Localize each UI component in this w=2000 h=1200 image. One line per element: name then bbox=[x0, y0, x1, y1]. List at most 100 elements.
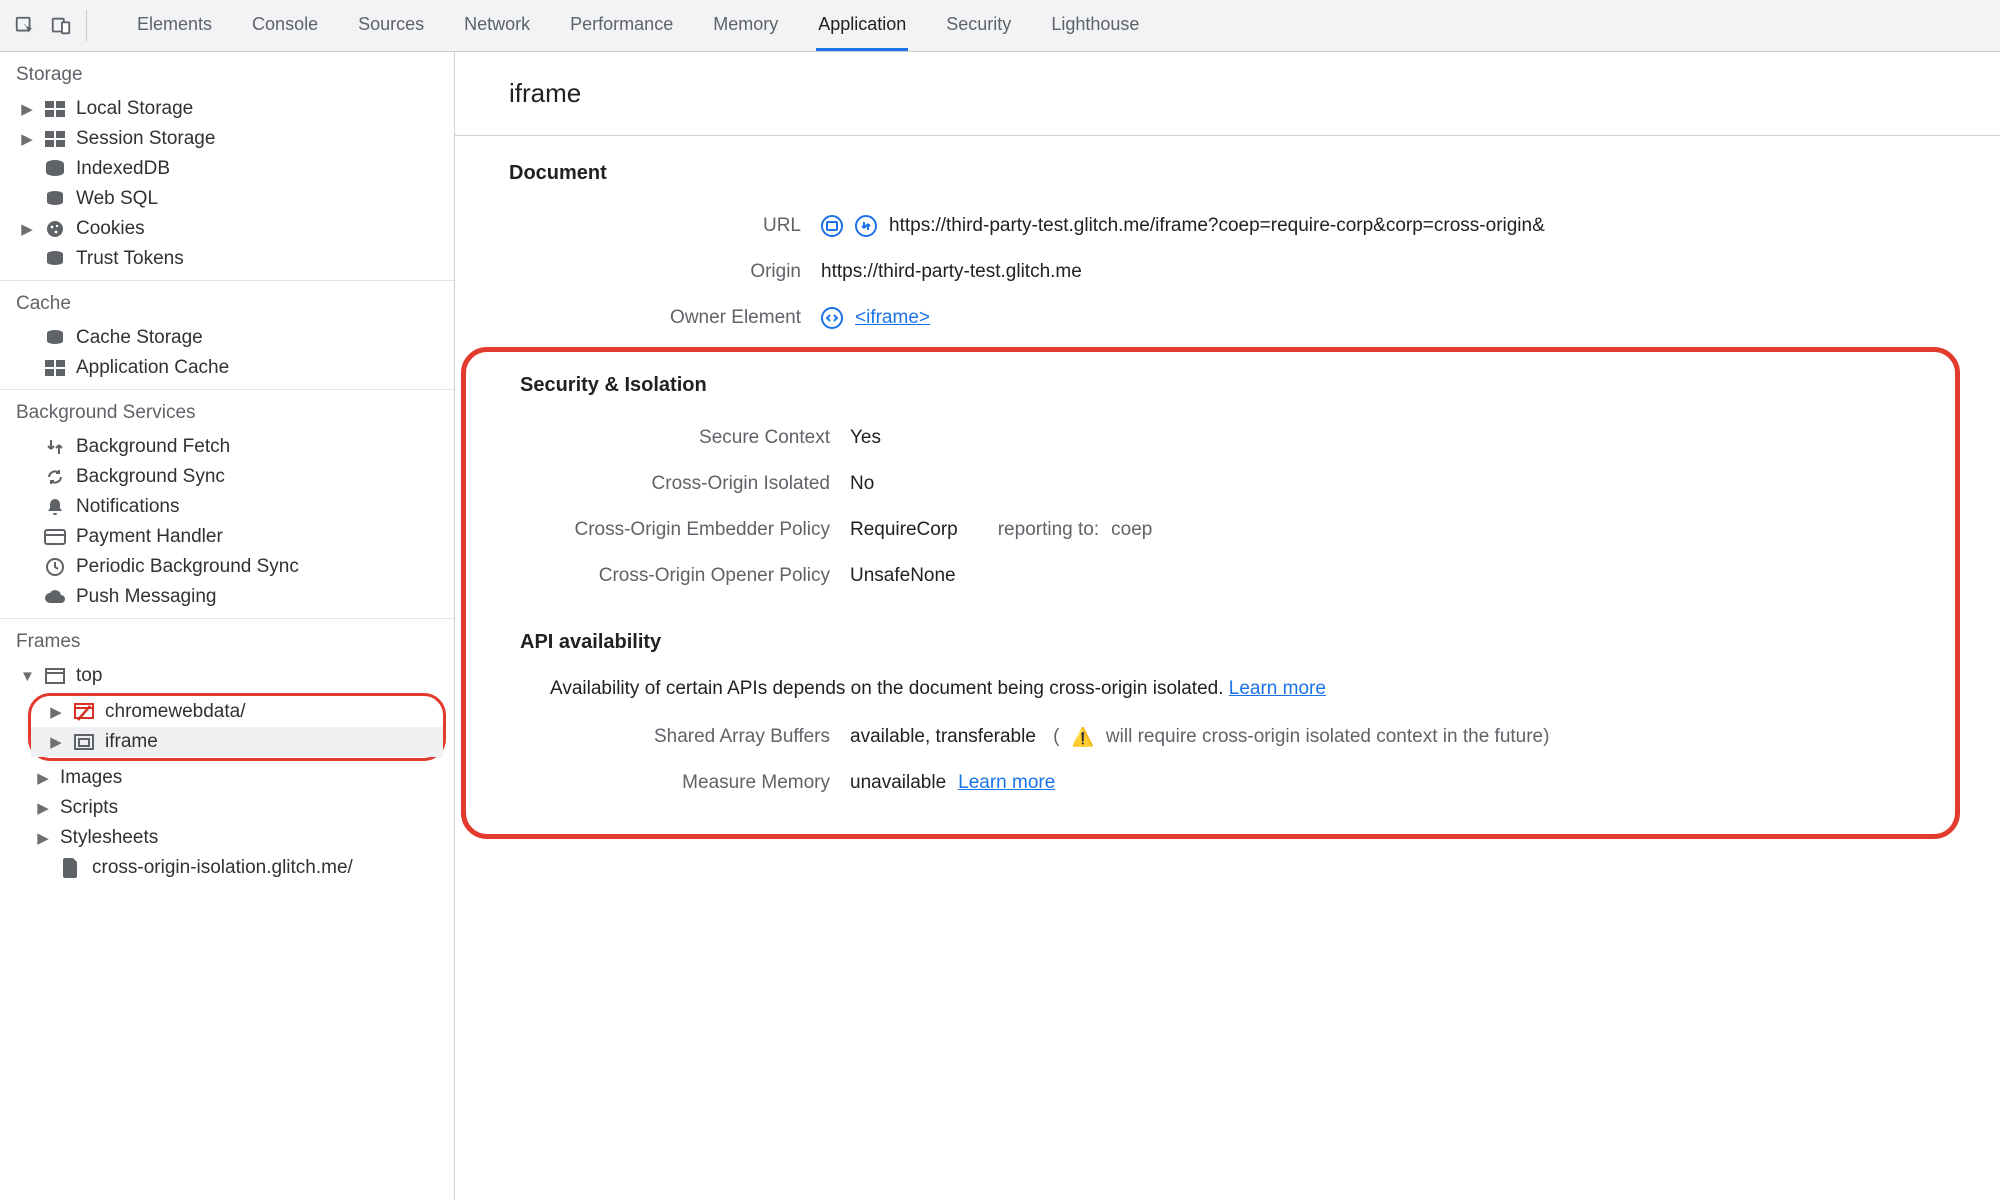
tab-security[interactable]: Security bbox=[944, 0, 1013, 51]
item-label: chromewebdata/ bbox=[105, 701, 245, 723]
api-intro: Availability of certain APIs depends on … bbox=[496, 672, 1925, 714]
application-sidebar: Storage ▶Local Storage ▶Session Storage … bbox=[0, 52, 455, 1200]
row-origin: Origin https://third-party-test.glitch.m… bbox=[485, 249, 1970, 295]
item-label: Images bbox=[60, 767, 122, 789]
sidebar-item-frame-top[interactable]: ▼top bbox=[0, 661, 454, 691]
inspect-icon[interactable] bbox=[14, 15, 36, 37]
sidebar-item-stylesheets[interactable]: ▶Stylesheets bbox=[0, 823, 454, 853]
sidebar-item-notifications[interactable]: ▶Notifications bbox=[0, 492, 454, 522]
cookie-icon bbox=[44, 219, 66, 239]
item-label: Trust Tokens bbox=[76, 248, 184, 270]
label-owner: Owner Element bbox=[485, 307, 801, 329]
cloud-icon bbox=[44, 589, 66, 605]
database-icon bbox=[44, 160, 66, 178]
item-label: Stylesheets bbox=[60, 827, 158, 849]
item-label: Scripts bbox=[60, 797, 118, 819]
fetch-icon bbox=[44, 437, 66, 457]
sidebar-item-payment-handler[interactable]: ▶Payment Handler bbox=[0, 522, 454, 552]
item-label: Session Storage bbox=[76, 128, 215, 150]
open-in-sources-icon[interactable] bbox=[821, 215, 843, 237]
sync-icon bbox=[44, 467, 66, 487]
row-cross-origin-isolated: Cross-Origin Isolated No bbox=[496, 461, 1925, 507]
sidebar-item-push-messaging[interactable]: ▶Push Messaging bbox=[0, 582, 454, 612]
sidebar-item-websql[interactable]: ▶Web SQL bbox=[0, 184, 454, 214]
sidebar-item-trust-tokens[interactable]: ▶Trust Tokens bbox=[0, 244, 454, 274]
row-coep: Cross-Origin Embedder Policy RequireCorp… bbox=[496, 507, 1925, 553]
owner-element-link[interactable]: <iframe> bbox=[855, 307, 930, 329]
sidebar-item-background-sync[interactable]: ▶Background Sync bbox=[0, 462, 454, 492]
mm-learn-more-link[interactable]: Learn more bbox=[958, 772, 1055, 794]
label-mm: Measure Memory bbox=[496, 772, 830, 794]
item-label: Cookies bbox=[76, 218, 145, 240]
tab-console[interactable]: Console bbox=[250, 0, 320, 51]
frame-details-panel: iframe Document URL https://third-party-… bbox=[455, 52, 2000, 1200]
devtools-tabbar: Elements Console Sources Network Perform… bbox=[0, 0, 2000, 52]
device-toggle-icon[interactable] bbox=[50, 15, 72, 37]
item-label: Local Storage bbox=[76, 98, 193, 120]
sidebar-section-cache: Cache ▶Cache Storage ▶Application Cache bbox=[0, 281, 454, 390]
security-heading: Security & Isolation bbox=[496, 366, 1925, 415]
document-icon bbox=[60, 858, 82, 878]
api-learn-more-link[interactable]: Learn more bbox=[1229, 678, 1326, 699]
label-coi: Cross-Origin Isolated bbox=[496, 473, 830, 495]
label-sab: Shared Array Buffers bbox=[496, 726, 830, 748]
tab-network[interactable]: Network bbox=[462, 0, 532, 51]
table-icon bbox=[44, 360, 66, 376]
tab-lighthouse[interactable]: Lighthouse bbox=[1049, 0, 1141, 51]
item-label: Payment Handler bbox=[76, 526, 223, 548]
sidebar-item-images[interactable]: ▶Images bbox=[0, 763, 454, 793]
value-secure-context: Yes bbox=[850, 427, 881, 449]
tab-elements[interactable]: Elements bbox=[135, 0, 214, 51]
devtools-tabs: Elements Console Sources Network Perform… bbox=[107, 0, 1141, 51]
item-label: top bbox=[76, 665, 102, 687]
item-label: iframe bbox=[105, 731, 158, 753]
label-coop: Cross-Origin Opener Policy bbox=[496, 565, 830, 587]
sidebar-item-cookies[interactable]: ▶Cookies bbox=[0, 214, 454, 244]
sidebar-item-session-storage[interactable]: ▶Session Storage bbox=[0, 124, 454, 154]
api-availability-section: API availability Availability of certain… bbox=[466, 605, 1955, 812]
warning-icon: ⚠️ bbox=[1072, 727, 1094, 748]
item-label: Notifications bbox=[76, 496, 180, 518]
document-heading: Document bbox=[485, 154, 1970, 203]
sidebar-title-bgservices: Background Services bbox=[0, 390, 454, 432]
clock-icon bbox=[44, 557, 66, 577]
tab-sources[interactable]: Sources bbox=[356, 0, 426, 51]
item-label: cross-origin-isolation.glitch.me/ bbox=[92, 857, 353, 879]
database-icon bbox=[44, 190, 66, 208]
document-section: Document URL https://third-party-test.gl… bbox=[455, 136, 2000, 347]
origin-value: https://third-party-test.glitch.me bbox=[821, 261, 1082, 283]
database-icon bbox=[44, 329, 66, 347]
value-sab: available, transferable bbox=[850, 726, 1036, 748]
sidebar-item-cache-storage[interactable]: ▶Cache Storage bbox=[0, 323, 454, 353]
open-in-network-icon[interactable] bbox=[855, 215, 877, 237]
sidebar-item-doc-resource[interactable]: ▶cross-origin-isolation.glitch.me/ bbox=[0, 853, 454, 883]
sidebar-section-storage: Storage ▶Local Storage ▶Session Storage … bbox=[0, 52, 454, 281]
table-icon bbox=[44, 101, 66, 117]
frame-title: iframe bbox=[455, 52, 2000, 136]
sidebar-item-iframe[interactable]: ▶iframe bbox=[31, 727, 443, 757]
sidebar-item-scripts[interactable]: ▶Scripts bbox=[0, 793, 454, 823]
tab-performance[interactable]: Performance bbox=[568, 0, 675, 51]
api-intro-text: Availability of certain APIs depends on … bbox=[550, 678, 1224, 699]
label-origin: Origin bbox=[485, 261, 801, 283]
label-secure-context: Secure Context bbox=[496, 427, 830, 449]
item-label: IndexedDB bbox=[76, 158, 170, 180]
tab-application[interactable]: Application bbox=[816, 0, 908, 51]
sidebar-item-local-storage[interactable]: ▶Local Storage bbox=[0, 94, 454, 124]
sidebar-item-background-fetch[interactable]: ▶Background Fetch bbox=[0, 432, 454, 462]
toolbar-icons bbox=[14, 10, 87, 41]
sidebar-item-chromewebdata[interactable]: ▶chromewebdata/ bbox=[31, 697, 443, 727]
security-isolation-highlight: Security & Isolation Secure Context Yes … bbox=[461, 347, 1960, 839]
sidebar-item-application-cache[interactable]: ▶Application Cache bbox=[0, 353, 454, 383]
reveal-element-icon[interactable] bbox=[821, 307, 843, 329]
security-section: Security & Isolation Secure Context Yes … bbox=[466, 358, 1955, 605]
database-icon bbox=[44, 250, 66, 268]
sidebar-item-indexeddb[interactable]: ▶IndexedDB bbox=[0, 154, 454, 184]
bell-icon bbox=[44, 497, 66, 517]
label-reporting-to: reporting to: bbox=[998, 519, 1099, 541]
row-coop: Cross-Origin Opener Policy UnsafeNone bbox=[496, 553, 1925, 599]
sidebar-item-periodic-bg-sync[interactable]: ▶Periodic Background Sync bbox=[0, 552, 454, 582]
value-coop: UnsafeNone bbox=[850, 565, 956, 587]
tab-memory[interactable]: Memory bbox=[711, 0, 780, 51]
item-label: Periodic Background Sync bbox=[76, 556, 299, 578]
